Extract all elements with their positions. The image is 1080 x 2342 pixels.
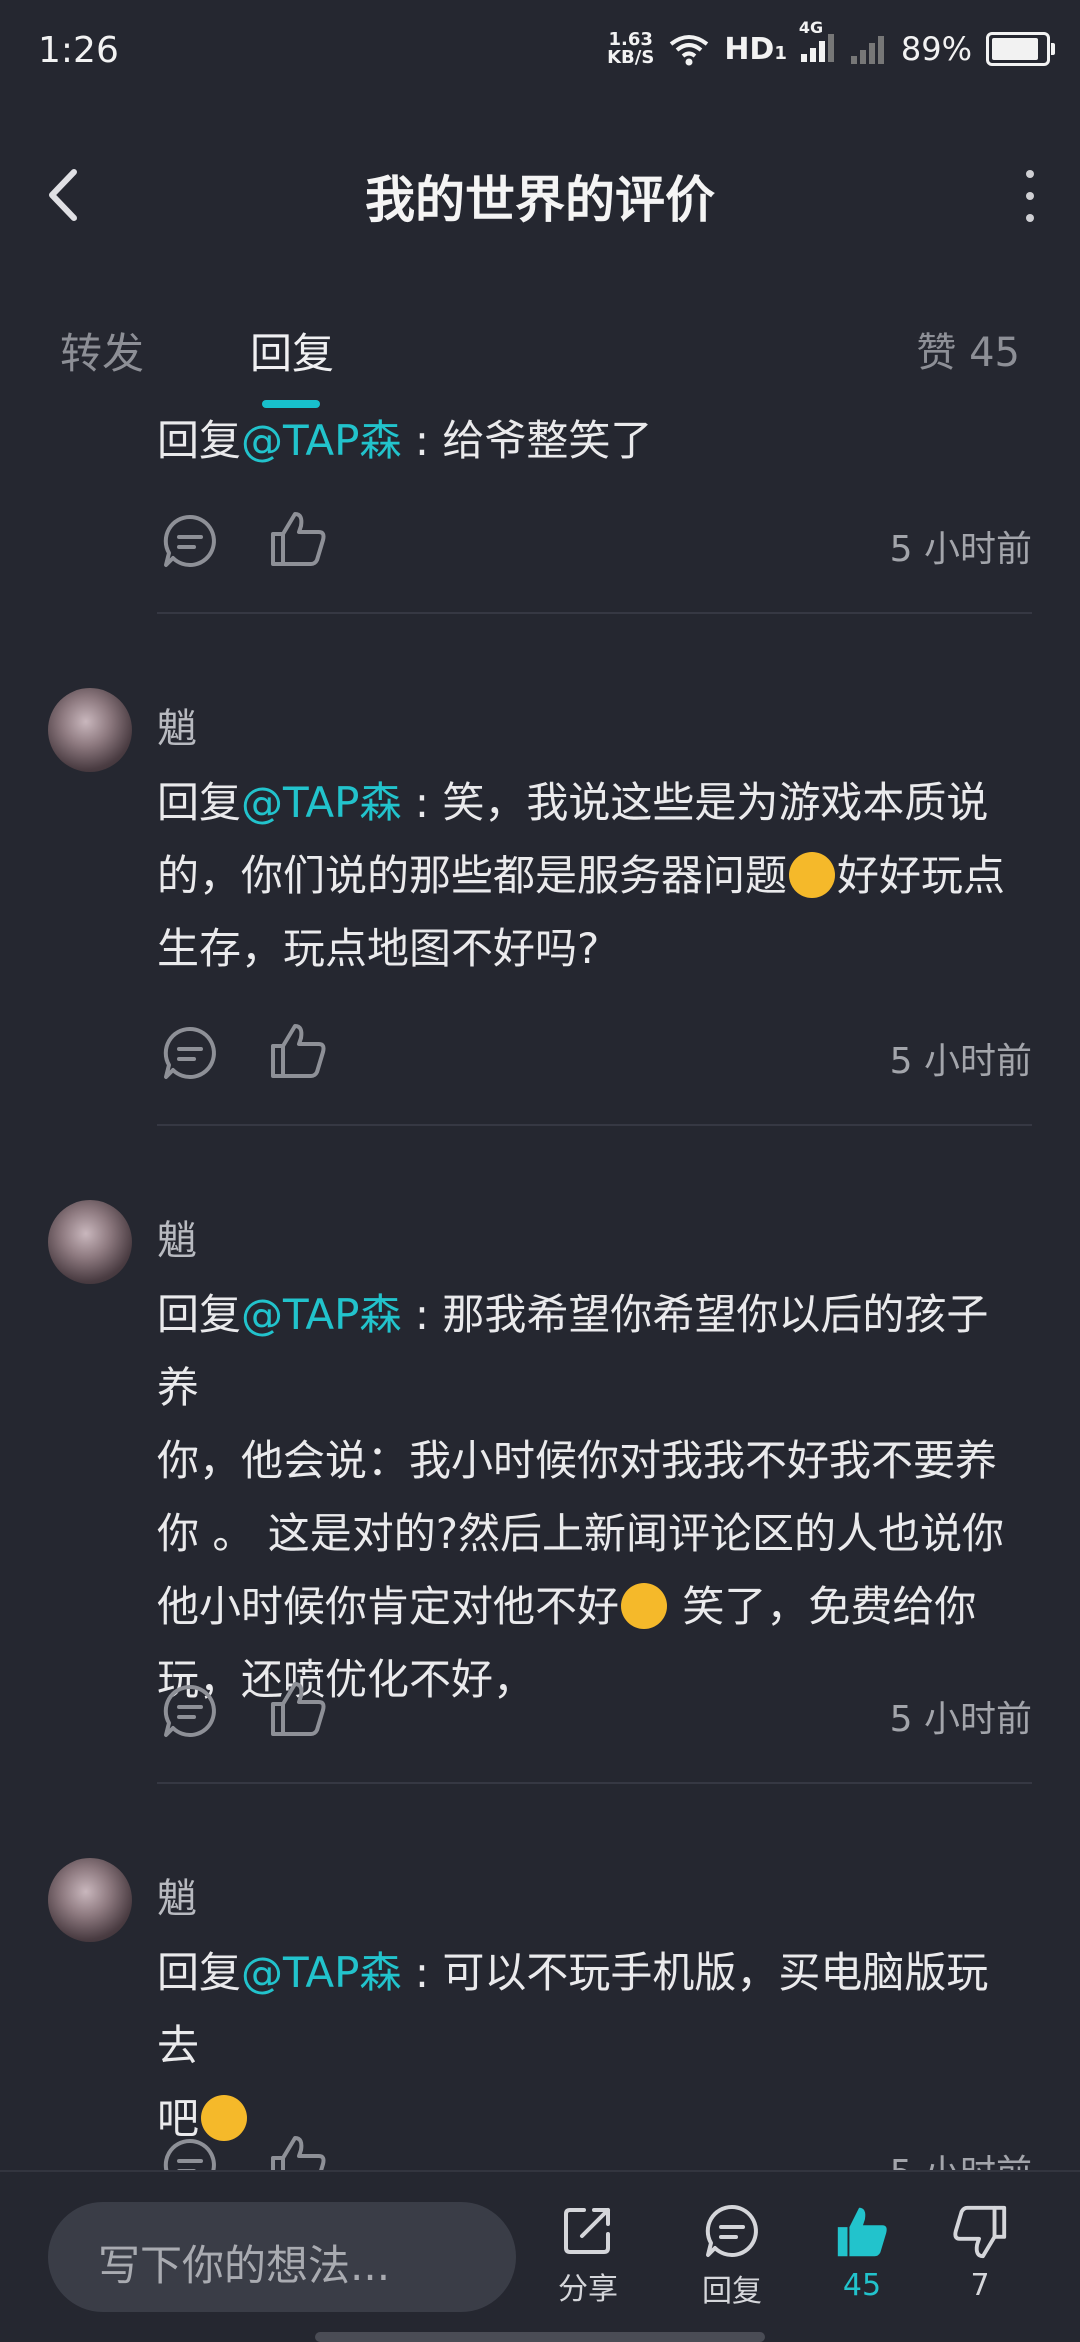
- share-button[interactable]: 分享: [538, 2202, 638, 2308]
- dislike-count: 7: [970, 2268, 990, 2303]
- comment-icon[interactable]: [161, 1024, 219, 1082]
- page-title: 我的世界的评价: [365, 171, 715, 229]
- thumbs-up-icon[interactable]: [267, 1020, 329, 1082]
- network-speed: 1.63 KB/S: [607, 31, 654, 67]
- comment-divider: [157, 1782, 1032, 1784]
- emoji-icon: [621, 1583, 668, 1629]
- reply-prefix: 回复: [157, 778, 242, 827]
- hd-sub: 1: [774, 42, 787, 64]
- dislike-button[interactable]: 7: [930, 2202, 1030, 2303]
- reply-separator: :: [401, 778, 443, 827]
- network-type-label: 4G: [798, 18, 824, 37]
- thumbs-up-icon[interactable]: [267, 2132, 329, 2170]
- comment-username[interactable]: 魈: [157, 1208, 197, 1266]
- share-icon: [564, 2208, 610, 2254]
- emoji-icon: [789, 852, 836, 898]
- reply-prefix: 回复: [157, 1948, 242, 1997]
- reply-label: 回复: [702, 2274, 762, 2309]
- comment-divider: [157, 612, 1032, 614]
- comment-line: 的，你们说的那些都是服务器问题: [157, 851, 788, 900]
- comment-divider: [157, 1124, 1032, 1126]
- bottom-action-bar: 写下你的想法... 分享 回复 45 7: [0, 2170, 1080, 2342]
- comment-line: 生存，玩点地图不好吗?: [157, 924, 600, 973]
- battery-icon: [986, 32, 1055, 66]
- avatar[interactable]: [48, 1200, 132, 1284]
- comment-text: 回复@TAP森 : 笑，我说这些是为游戏本质说 的，你们说的那些都是服务器问题好…: [157, 766, 1027, 985]
- avatar[interactable]: [48, 1858, 132, 1942]
- like-button[interactable]: 45: [812, 2202, 912, 2303]
- network-type: 4G: [799, 18, 837, 66]
- wifi-icon: [670, 35, 709, 66]
- tab-reply[interactable]: 回复: [250, 320, 334, 381]
- more-vertical-icon[interactable]: [1020, 170, 1040, 230]
- reply-prefix: 回复: [157, 1290, 242, 1339]
- tab-likes[interactable]: 赞 45: [916, 320, 1020, 378]
- comment-text: 回复@TAP森 : 给爷整笑了: [157, 404, 1027, 477]
- tab-bar: 转发 回复 赞 45: [0, 300, 1080, 410]
- like-count: 45: [842, 2268, 882, 2303]
- reply-separator: :: [401, 416, 443, 465]
- comment-line: 好好玩点: [837, 851, 1006, 900]
- comment-composer-input[interactable]: 写下你的想法...: [48, 2202, 516, 2312]
- comment-username[interactable]: 魈: [157, 696, 197, 754]
- status-icons: 1.63 KB/S HD1 4G 89%: [607, 18, 1055, 68]
- comment-line: 你，他会说：我小时候你对我我不好我不要养: [157, 1436, 998, 1485]
- comment-line: 给爷整笑了: [442, 416, 653, 465]
- comment-actions: 5 小时前: [157, 1018, 1032, 1088]
- hd-label: HD: [724, 31, 775, 67]
- comment-username[interactable]: 魈: [157, 1866, 197, 1924]
- comment-actions: 5 小时前: [157, 2130, 1032, 2170]
- hd-indicator: HD1: [724, 32, 787, 67]
- comment-actions: 5 小时前: [157, 506, 1032, 576]
- reply-separator: :: [401, 1948, 443, 1997]
- network-speed-unit: KB/S: [607, 47, 655, 68]
- comment-text: 回复@TAP森 : 可以不玩手机版，买电脑版玩去 吧: [157, 1936, 1027, 2155]
- thumbs-down-icon: [953, 2205, 1007, 2259]
- reply-prefix: 回复: [157, 416, 242, 465]
- mention-link[interactable]: @TAP森: [241, 416, 401, 465]
- comment-line: 他小时候你肯定对他不好: [157, 1582, 620, 1631]
- comment-list[interactable]: 回复@TAP森 : 给爷整笑了 5 小时前 魈 回复@TAP森 : 笑，我说这些…: [0, 400, 1080, 2170]
- reply-button[interactable]: 回复: [682, 2202, 782, 2310]
- comment-line: 你 。 这是对的?然后上新闻评论区的人也说你: [157, 1509, 1004, 1558]
- comment-icon[interactable]: [161, 2136, 219, 2170]
- reply-separator: :: [401, 1290, 443, 1339]
- thumbs-up-icon[interactable]: [267, 1678, 329, 1740]
- comment-actions: 5 小时前: [157, 1676, 1032, 1746]
- status-time: 1:26: [38, 30, 119, 71]
- comment-line: 笑，我说这些是为游戏本质说: [442, 778, 989, 827]
- battery-fill: [992, 38, 1039, 60]
- thumbs-up-icon: [837, 2207, 887, 2257]
- composer-placeholder: 写下你的想法...: [98, 2241, 391, 2290]
- mention-link[interactable]: @TAP森: [241, 1290, 401, 1339]
- comment-time: 5 小时前: [889, 1699, 1032, 1740]
- signal-icon-secondary: [850, 36, 884, 64]
- comment-time: 5 小时前: [889, 529, 1032, 570]
- status-bar: 1:26 1.63 KB/S HD1 4G 89%: [0, 0, 1080, 110]
- comment-time: 5 小时前: [889, 1041, 1032, 1082]
- comment-icon[interactable]: [161, 512, 219, 570]
- avatar[interactable]: [48, 688, 132, 772]
- home-indicator[interactable]: [315, 2332, 765, 2342]
- comment-icon: [705, 2204, 758, 2257]
- thumbs-up-icon[interactable]: [267, 508, 329, 570]
- mention-link[interactable]: @TAP森: [241, 1948, 401, 1997]
- comment-icon[interactable]: [161, 1682, 219, 1740]
- share-label: 分享: [558, 2272, 618, 2307]
- comment-line: 笑了，免费给你: [669, 1582, 977, 1631]
- mention-link[interactable]: @TAP森: [241, 778, 401, 827]
- top-bar: 我的世界的评价: [0, 120, 1080, 270]
- comment-text: 回复@TAP森 : 那我希望你希望你以后的孩子养 你，他会说：我小时候你对我我不…: [157, 1278, 1027, 1716]
- comment-time: 5 小时前: [890, 2144, 1032, 2170]
- tab-forward[interactable]: 转发: [60, 320, 144, 381]
- battery-percent: 89%: [900, 30, 972, 68]
